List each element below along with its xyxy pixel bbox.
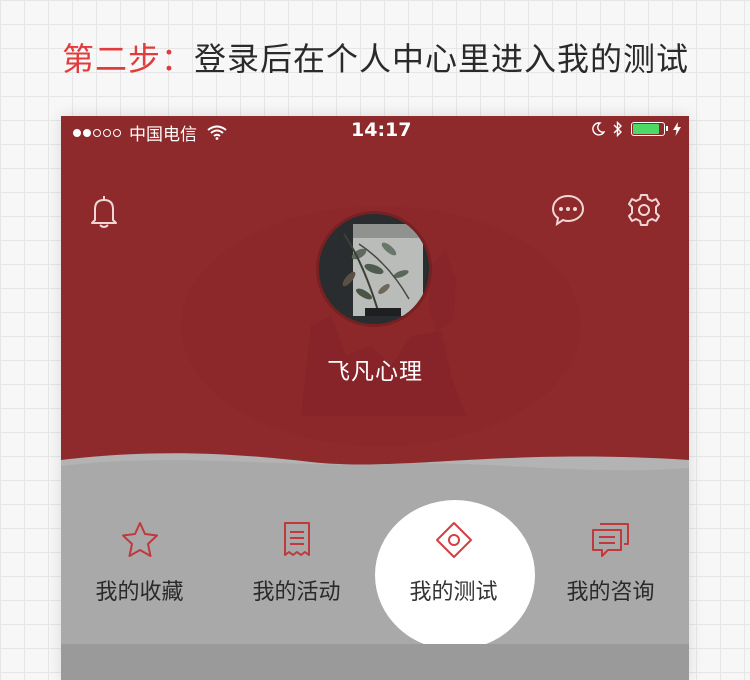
double-chat-icon [591, 523, 629, 557]
signal-dot [73, 128, 81, 137]
bell-icon[interactable] [87, 194, 121, 230]
menu-label-activities: 我的活动 [252, 580, 341, 605]
status-time: 14:17 [351, 119, 412, 141]
battery-icon [631, 122, 668, 136]
phone-screen: 中国电信 14:17 飞凡心理 我的收藏 我的活动 我的测试 我的咨询 [61, 116, 689, 680]
avatar[interactable] [319, 214, 429, 324]
gear-icon[interactable] [626, 192, 662, 228]
signal-dot [113, 128, 121, 137]
menu-label-consultation: 我的咨询 [566, 580, 655, 605]
document-icon [283, 522, 310, 556]
chat-bubble-icon[interactable] [550, 192, 586, 228]
wifi-icon [207, 125, 227, 140]
signal-indicator: 中国电信 [73, 120, 227, 145]
menu-item-consultation[interactable]: 我的咨询 [532, 496, 689, 606]
menu-label-tests: 我的测试 [409, 580, 498, 605]
status-right-group [591, 121, 681, 137]
diamond-target-icon [435, 522, 472, 558]
header-wave [61, 453, 689, 496]
profile-header: 中国电信 14:17 飞凡心理 [61, 116, 689, 472]
status-bar: 中国电信 14:17 [61, 116, 689, 146]
content-divider-band [61, 644, 689, 680]
step-label: 第二步： [62, 40, 195, 78]
menu-item-tests[interactable]: 我的测试 [375, 496, 532, 606]
menu-label-favorites: 我的收藏 [95, 580, 184, 605]
signal-dot [83, 128, 91, 137]
menu-item-activities[interactable]: 我的活动 [218, 496, 375, 606]
avatar-plant-image [319, 214, 429, 324]
instruction-heading: 第二步：登录后在个人中心里进入我的测试 [62, 34, 689, 80]
username: 飞凡心理 [327, 359, 423, 385]
profile-menu: 我的收藏 我的活动 我的测试 我的咨询 [61, 496, 689, 646]
carrier-name: 中国电信 [129, 125, 197, 145]
instruction-text: 登录后在个人中心里进入我的测试 [194, 40, 690, 78]
signal-dot [103, 128, 111, 137]
battery-level [633, 124, 659, 134]
signal-dot [93, 128, 101, 137]
star-icon [121, 522, 158, 557]
moon-icon [592, 122, 605, 136]
menu-item-favorites[interactable]: 我的收藏 [61, 496, 218, 606]
charging-icon [673, 122, 681, 136]
bluetooth-icon [613, 121, 622, 137]
